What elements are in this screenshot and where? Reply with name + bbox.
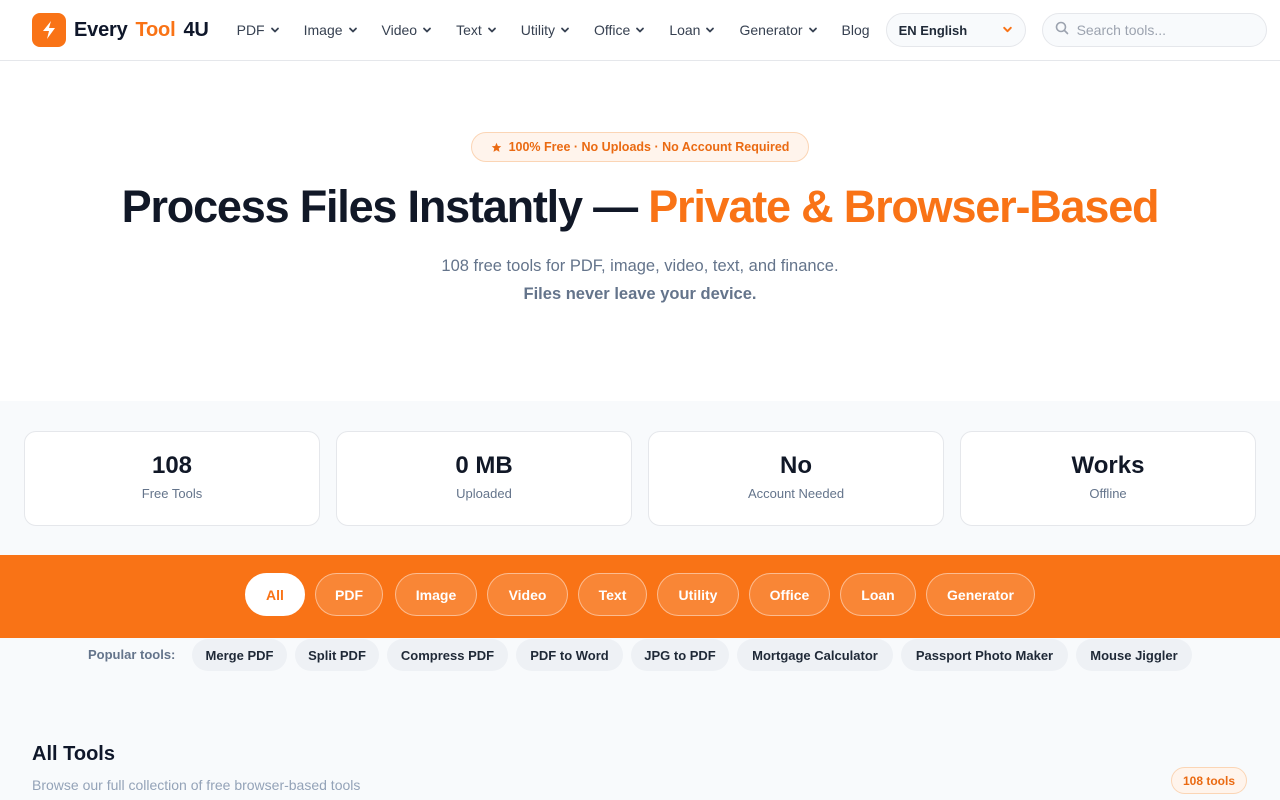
popular-tool-chip[interactable]: Split PDF: [295, 639, 379, 671]
nav-item-loan[interactable]: Loan: [657, 15, 727, 45]
popular-tools-label: Popular tools:: [88, 647, 176, 662]
headline-accent: Private & Browser-Based: [648, 181, 1159, 232]
category-tab-pdf[interactable]: PDF: [315, 573, 383, 616]
stat-card: 108 Free Tools: [24, 431, 320, 526]
stats-section: 108 Free Tools 0 MB Uploaded No Account …: [0, 401, 1280, 555]
stat-value: 108: [151, 452, 193, 479]
chevron-down-icon: [560, 25, 570, 35]
all-tools-title: All Tools: [32, 743, 115, 765]
main-nav: PDF Image Video Text Utility Office Loan…: [225, 15, 882, 45]
all-tools-subtitle: Browse our full collection of free brows…: [32, 777, 361, 793]
language-select[interactable]: EN English: [885, 13, 1026, 47]
nav-label: Text: [456, 22, 482, 38]
hero-section: 100% Free · No Uploads · No Account Requ…: [0, 61, 1280, 401]
stat-label: Account Needed: [747, 486, 845, 501]
hero-headline: Process Files Instantly — Private & Brow…: [0, 181, 1280, 233]
popular-tool-chip[interactable]: JPG to PDF: [631, 639, 729, 671]
site-header: Every Tool 4U PDF Image Video Text Utility…: [0, 0, 1280, 61]
nav-label: Video: [381, 22, 418, 38]
chevron-down-icon: [270, 25, 280, 35]
nav-item-pdf[interactable]: PDF: [225, 15, 292, 45]
logo-word-every: Every: [74, 18, 128, 41]
language-selected: EN English: [898, 22, 968, 38]
nav-item-blog[interactable]: Blog: [830, 15, 882, 45]
search-box: [1041, 13, 1267, 47]
category-tab-all[interactable]: All: [245, 573, 305, 616]
nav-label: Utility: [520, 22, 556, 38]
stat-value: Works: [1071, 452, 1145, 479]
hero-badge: 100% Free · No Uploads · No Account Requ…: [471, 132, 809, 162]
hero-badge-text: 100% Free · No Uploads · No Account Requ…: [508, 140, 790, 154]
logo-word-tool: Tool: [135, 18, 176, 41]
chevron-down-icon: [348, 25, 358, 35]
star-icon: [491, 142, 502, 153]
chevron-down-icon: [808, 25, 818, 35]
popular-tools-section: Popular tools: Merge PDF Split PDF Compr…: [0, 638, 1280, 800]
stat-card: 0 MB Uploaded: [336, 431, 632, 526]
nav-label: PDF: [236, 22, 265, 38]
nav-label: Blog: [841, 22, 870, 38]
chevron-down-icon: [487, 25, 497, 35]
chevron-down-icon: [422, 25, 432, 35]
nav-item-video[interactable]: Video: [370, 15, 445, 45]
category-tab-text[interactable]: Text: [578, 573, 647, 616]
hero-subtitle: 108 free tools for PDF, image, video, te…: [441, 257, 839, 275]
popular-tool-chip[interactable]: Mouse Jiggler: [1076, 639, 1192, 671]
popular-tool-chip[interactable]: Mortgage Calculator: [737, 639, 893, 671]
category-tab-image[interactable]: Image: [395, 573, 477, 616]
nav-item-utility[interactable]: Utility: [509, 15, 582, 45]
search-icon: [1055, 21, 1069, 40]
nav-item-image[interactable]: Image: [292, 15, 370, 45]
tools-count-badge: 108 tools: [1171, 767, 1247, 794]
site-logo[interactable]: Every Tool 4U: [32, 13, 209, 47]
popular-tool-chip[interactable]: PDF to Word: [516, 639, 623, 671]
category-tab-loan[interactable]: Loan: [840, 573, 916, 616]
chevron-down-icon: [1002, 23, 1013, 38]
nav-label: Generator: [739, 22, 803, 38]
stat-label: Offline: [1089, 486, 1127, 501]
popular-tool-chip[interactable]: Merge PDF: [192, 639, 287, 671]
stat-card: Works Offline: [960, 431, 1256, 526]
nav-label: Loan: [669, 22, 701, 38]
category-tab-utility[interactable]: Utility: [657, 573, 739, 616]
popular-tool-chip[interactable]: Compress PDF: [387, 639, 508, 671]
hero-subtitle-bold: Files never leave your device.: [523, 285, 757, 303]
stat-label: Free Tools: [141, 486, 203, 501]
logo-text: Every Tool 4U: [74, 19, 209, 42]
stat-label: Uploaded: [456, 486, 512, 501]
chevron-down-icon: [635, 25, 645, 35]
nav-label: Image: [303, 22, 343, 38]
nav-item-generator[interactable]: Generator: [727, 15, 829, 45]
stat-card: No Account Needed: [648, 431, 944, 526]
headline-main: Process Files Instantly —: [121, 181, 649, 232]
nav-item-office[interactable]: Office: [582, 15, 657, 45]
search-input[interactable]: [1076, 22, 1247, 38]
lightning-icon: [32, 13, 66, 47]
category-tab-generator[interactable]: Generator: [926, 573, 1035, 616]
nav-label: Office: [594, 22, 631, 38]
chevron-down-icon: [705, 25, 715, 35]
logo-word-4u: 4U: [183, 18, 209, 41]
stat-value: 0 MB: [455, 452, 513, 479]
nav-item-text[interactable]: Text: [444, 15, 509, 45]
category-tab-video[interactable]: Video: [487, 573, 568, 616]
category-tab-office[interactable]: Office: [749, 573, 830, 616]
category-filter-bar: All PDF Image Video Text Utility Office …: [0, 555, 1280, 638]
popular-tool-chip[interactable]: Passport Photo Maker: [901, 639, 1068, 671]
stat-value: No: [780, 452, 812, 479]
